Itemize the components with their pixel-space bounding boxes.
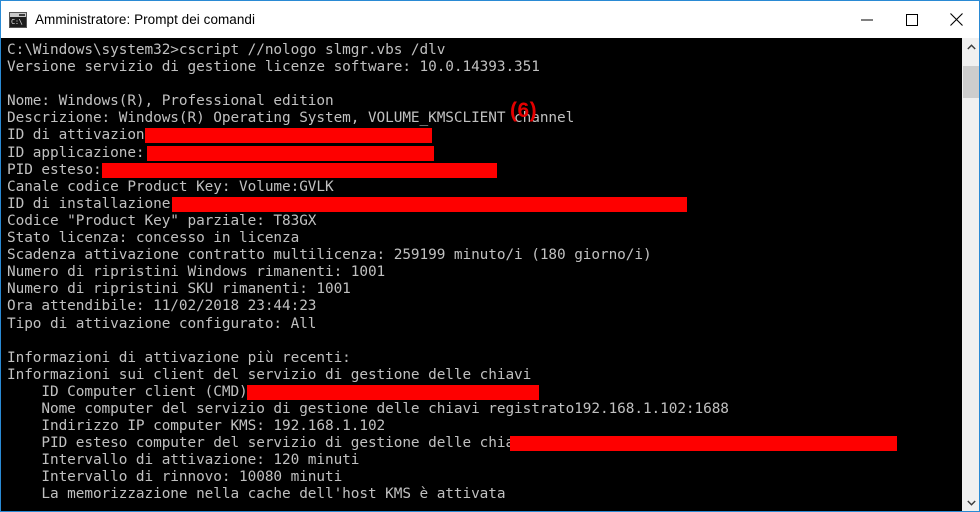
console-line-text: Canale codice Product Key: Volume:GVLK bbox=[7, 178, 334, 195]
console-line: ID di attivazione: bbox=[7, 127, 962, 144]
console-line-text: PID esteso computer del servizio di gest… bbox=[7, 435, 540, 452]
chevron-down-icon bbox=[967, 500, 976, 506]
console-line-text: Scadenza attivazione contratto multilice… bbox=[7, 247, 652, 264]
console-line-text: Nome computer del servizio di gestione d… bbox=[7, 400, 729, 417]
redaction-bar bbox=[102, 162, 497, 178]
title-bar[interactable]: C:\ Amministratore: Prompt dei comandi bbox=[1, 1, 979, 38]
console-line-text: Versione servizio di gestione licenze so… bbox=[7, 59, 540, 76]
console-line: Codice "Product Key" parziale: T83GX bbox=[7, 213, 962, 230]
console-area: C:\Windows\system32>cscript //nologo slm… bbox=[1, 38, 979, 511]
console-line-text: ID di installazione: bbox=[7, 195, 179, 212]
console-line: PID esteso: bbox=[7, 162, 962, 179]
console-line-text: La memorizzazione nella cache dell'host … bbox=[7, 486, 506, 503]
annotation-marker-6: (6) bbox=[510, 99, 538, 122]
console-line: Scadenza attivazione contratto multilice… bbox=[7, 247, 962, 264]
console-output[interactable]: C:\Windows\system32>cscript //nologo slm… bbox=[1, 38, 962, 511]
title-bar-left: C:\ Amministratore: Prompt dei comandi bbox=[1, 11, 844, 28]
minimize-button[interactable] bbox=[844, 1, 889, 38]
minimize-icon bbox=[860, 19, 873, 20]
console-line: ID di installazione: bbox=[7, 196, 962, 213]
console-line: PID esteso computer del servizio di gest… bbox=[7, 435, 962, 452]
console-line: Tipo di attivazione configurato: All bbox=[7, 316, 962, 333]
console-line-text: Nome: Windows(R), Professional edition bbox=[7, 93, 334, 110]
scroll-up-button[interactable] bbox=[963, 38, 979, 55]
redaction-bar bbox=[145, 128, 432, 144]
console-line: Descrizione: Windows(R) Operating System… bbox=[7, 110, 962, 127]
console-line: ID Computer client (CMD): bbox=[7, 384, 962, 401]
console-line-text: ID di attivazione: bbox=[7, 127, 162, 144]
console-line: Nome computer del servizio di gestione d… bbox=[7, 401, 962, 418]
console-line: Numero di ripristini SKU rimanenti: 1001 bbox=[7, 281, 962, 298]
console-line-text: Intervallo di rinnovo: 10080 minuti bbox=[7, 469, 343, 486]
cmd-icon: C:\ bbox=[9, 11, 27, 28]
redaction-bar bbox=[147, 145, 434, 161]
window-title: Amministratore: Prompt dei comandi bbox=[35, 12, 256, 27]
chevron-up-icon bbox=[967, 43, 976, 49]
console-line-text: Numero di ripristini SKU rimanenti: 1001 bbox=[7, 281, 351, 298]
console-line: La memorizzazione nella cache dell'host … bbox=[7, 486, 962, 503]
console-line-text: Indirizzo IP computer KMS: 192.168.1.102 bbox=[7, 418, 386, 435]
console-line-text: Informazioni di attivazione più recenti: bbox=[7, 349, 351, 366]
console-line: Intervallo di attivazione: 120 minuti bbox=[7, 452, 962, 469]
console-line: C:\Windows\system32>cscript //nologo slm… bbox=[7, 42, 962, 59]
console-line-text: Numero di ripristini Windows rimanenti: … bbox=[7, 264, 386, 281]
scrollbar-track[interactable] bbox=[963, 55, 979, 494]
console-line-text: Codice "Product Key" parziale: T83GX bbox=[7, 212, 317, 229]
console-line-text: Informazioni sui client del servizio di … bbox=[7, 366, 532, 383]
console-line: Versione servizio di gestione licenze so… bbox=[7, 59, 962, 76]
console-line: Indirizzo IP computer KMS: 192.168.1.102 bbox=[7, 418, 962, 435]
console-line-text: PID esteso: bbox=[7, 161, 102, 178]
console-line: Nome: Windows(R), Professional edition bbox=[7, 93, 962, 110]
cmd-icon-prompt-text: C:\ bbox=[11, 17, 23, 26]
redaction-bar bbox=[247, 384, 539, 400]
console-line: Ora attendibile: 11/02/2018 23:44:23 bbox=[7, 298, 962, 315]
console-line: Informazioni sui client del servizio di … bbox=[7, 367, 962, 384]
console-line-text: Descrizione: Windows(R) Operating System… bbox=[7, 110, 575, 127]
command-prompt-window: C:\ Amministratore: Prompt dei comandi C… bbox=[0, 0, 980, 512]
console-line-text: ID Computer client (CMD): bbox=[7, 383, 257, 400]
redaction-bar bbox=[172, 196, 687, 212]
console-line-text: Tipo di attivazione configurato: All bbox=[7, 315, 317, 332]
console-line-text: ID applicazione: bbox=[7, 144, 145, 161]
console-line-text: Intervallo di attivazione: 120 minuti bbox=[7, 452, 360, 469]
scrollbar-thumb[interactable] bbox=[963, 66, 979, 98]
console-line: Intervallo di rinnovo: 10080 minuti bbox=[7, 469, 962, 486]
vertical-scrollbar[interactable] bbox=[962, 38, 979, 511]
console-line: Informazioni di attivazione più recenti: bbox=[7, 350, 962, 367]
redaction-bar bbox=[510, 436, 897, 452]
console-line: ID applicazione: bbox=[7, 145, 962, 162]
maximize-button[interactable] bbox=[889, 1, 934, 38]
console-line-text: Ora attendibile: 11/02/2018 23:44:23 bbox=[7, 298, 317, 315]
console-line: Canale codice Product Key: Volume:GVLK bbox=[7, 179, 962, 196]
window-controls bbox=[844, 1, 979, 38]
console-line: Stato licenza: concesso in licenza bbox=[7, 230, 962, 247]
console-line: Numero di ripristini Windows rimanenti: … bbox=[7, 264, 962, 281]
console-line-text: Stato licenza: concesso in licenza bbox=[7, 230, 300, 247]
maximize-icon bbox=[905, 13, 918, 26]
console-text-block: C:\Windows\system32>cscript //nologo slm… bbox=[7, 42, 962, 504]
close-icon bbox=[950, 13, 963, 26]
close-button[interactable] bbox=[934, 1, 979, 38]
scroll-down-button[interactable] bbox=[963, 494, 979, 511]
console-line-text: C:\Windows\system32>cscript //nologo slm… bbox=[7, 42, 446, 58]
